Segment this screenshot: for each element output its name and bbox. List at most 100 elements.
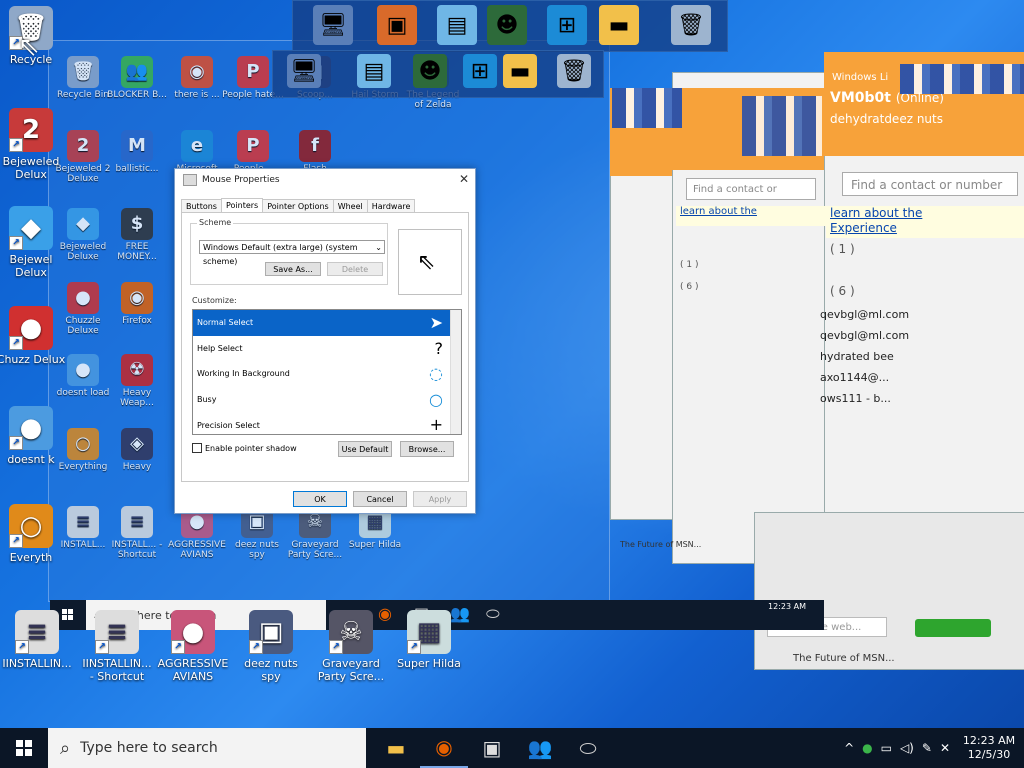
messenger-nick[interactable]: dehydratdeez nuts: [830, 112, 943, 126]
ghost-desktop-icon[interactable]: $ FREE MONEY...: [106, 208, 168, 262]
folder-icon[interactable]: ▬: [503, 54, 537, 88]
ghost-desktop-icon[interactable]: ◉ there is ...: [166, 56, 228, 100]
windows-drive-icon[interactable]: ⊞: [463, 54, 497, 88]
ad-link[interactable]: learn about the: [830, 206, 1024, 221]
chevron-up-icon[interactable]: ^: [844, 741, 854, 755]
character-icon[interactable]: ☻: [487, 5, 527, 45]
desktop-icon[interactable]: ● ↗ AGGRESSIVE AVIANS: [156, 610, 230, 683]
mouse-tray-icon[interactable]: ✎: [922, 741, 932, 755]
ghost-desktop-icon[interactable]: ◉ Firefox: [106, 282, 168, 326]
ghost-app-icon: M: [121, 130, 153, 162]
messenger-footer: The Future of MSN...: [793, 653, 895, 664]
ghost-desktop-icon[interactable]: ▣ deez nuts spy: [226, 506, 288, 560]
ghost-desktop-icon[interactable]: 👥 BLOCKER B...: [106, 56, 168, 100]
folder-icon[interactable]: ▬: [599, 5, 639, 45]
ghost-icon-label: Graveyard Party Scre...: [287, 540, 343, 560]
ghost-desktop-icon[interactable]: ☠ Graveyard Party Scre...: [284, 506, 346, 560]
tab-pointers[interactable]: Pointers: [220, 198, 264, 213]
pointer-name: Busy: [197, 395, 217, 405]
cancel-button[interactable]: Cancel: [353, 491, 407, 507]
contact-group-2-ghost[interactable]: ( 6 ): [680, 282, 698, 292]
contact-item[interactable]: qevbgl@ml.com: [820, 325, 909, 346]
ghost-desktop-icon[interactable]: ● AGGRESSIVE AVIANS: [166, 506, 228, 560]
messenger-icon[interactable]: 👥: [516, 728, 564, 768]
shadow-checkbox[interactable]: [192, 443, 202, 453]
mouse-taskbar-icon[interactable]: ⬭: [486, 604, 500, 624]
taskbar-clock[interactable]: 12:23 AM 12/5/30: [954, 734, 1024, 762]
desktop-icon[interactable]: ◆ ↗ Bejewel Delux: [0, 206, 68, 279]
ghost-icon-label: Firefox: [122, 316, 152, 326]
desktop-icon[interactable]: ● ↗ Chuzz Delux: [0, 306, 68, 366]
network-icon[interactable]: ▭: [881, 741, 892, 755]
taskbar-search-box[interactable]: ⌕ Type here to search: [48, 728, 366, 768]
desktop-icon[interactable]: ▦ ↗ Super Hilda: [392, 610, 466, 670]
windows-drive-icon[interactable]: ⊞: [547, 5, 587, 45]
recycle-bin-icon[interactable]: 🗑: [557, 54, 591, 88]
scheme-select[interactable]: Windows Default (extra large) (system sc…: [199, 240, 385, 266]
ghost-desktop-icon[interactable]: Mballistic...: [106, 130, 168, 174]
control-panel-icon[interactable]: ▤: [357, 54, 391, 88]
shortcut-arrow-icon: ↗: [9, 138, 23, 152]
delete-button[interactable]: Delete: [327, 262, 383, 276]
apply-button[interactable]: Apply: [413, 491, 467, 507]
pointer-row[interactable]: Help Select?: [193, 336, 461, 362]
contact-group-1-ghost[interactable]: ( 1 ): [680, 260, 698, 270]
pointer-row[interactable]: Working In Background ◌: [193, 361, 461, 387]
control-panel-icon[interactable]: ▤: [437, 5, 477, 45]
messenger-tray-icon[interactable]: ●: [862, 741, 872, 755]
desktop-icon[interactable]: ≡ ↗ IINSTALLIN... - Shortcut: [80, 610, 154, 683]
close-icon[interactable]: ✕: [459, 172, 469, 186]
network-computers-icon[interactable]: 🖥: [287, 54, 321, 88]
pointer-preview: ⇖: [398, 229, 462, 295]
save-as-button[interactable]: Save As...: [265, 262, 321, 276]
ok-button[interactable]: OK: [293, 491, 347, 507]
contact-item[interactable]: qevbgl@ml.com: [820, 304, 909, 325]
ghost-desktop-icon[interactable]: ◈ Heavy: [106, 428, 168, 472]
glitch-stripe: [742, 96, 822, 156]
recycle-bin-icon[interactable]: 🗑: [671, 5, 711, 45]
network-computers-icon[interactable]: 🖥: [313, 5, 353, 45]
ghost-desktop-icon[interactable]: ≡ INSTALL... - Shortcut: [106, 506, 168, 560]
desktop-icon[interactable]: ○ ↗ Everyth: [0, 504, 68, 564]
pointer-list-scrollbar[interactable]: [450, 310, 461, 434]
contact-group-2[interactable]: ( 6 ): [830, 284, 855, 298]
cards-icon[interactable]: ▣: [377, 5, 417, 45]
ad-link-ghost[interactable]: learn about the: [676, 206, 828, 226]
windows-start-icon[interactable]: [0, 728, 48, 768]
ghost-app-icon: 👥: [121, 56, 153, 88]
desktop-icon[interactable]: 2 ↗ Bejeweled Delux: [0, 108, 68, 181]
bottom-app-icon: ≡ ↗: [95, 610, 139, 654]
contact-search-input-ghost[interactable]: Find a contact or number: [686, 178, 816, 217]
input-icon[interactable]: ✕: [940, 741, 950, 755]
search-go-button[interactable]: [915, 619, 991, 637]
ghost-icon-label: FREE MONEY...: [117, 242, 157, 262]
ghost-desktop-icon[interactable]: ☢ Heavy Weap...: [106, 354, 168, 408]
pointer-list[interactable]: Normal Select ➤ Help Select? Working In Bac…: [192, 309, 462, 435]
contact-item[interactable]: ows111 - b...: [820, 388, 909, 409]
desktop-icon[interactable]: ▣ ↗ deez nuts spy: [234, 610, 308, 683]
volume-icon[interactable]: ◁): [900, 741, 914, 755]
contact-item[interactable]: hydrated bee: [820, 346, 909, 367]
desktop-icon[interactable]: ☠ ↗ Graveyard Party Scre...: [314, 610, 388, 683]
desktop-icon[interactable]: ● ↗ doesnt k: [0, 406, 68, 466]
contact-item[interactable]: axo1144@...: [820, 367, 909, 388]
pointer-row[interactable]: Busy ○: [193, 387, 461, 413]
ghost-app-icon: ≡: [67, 506, 99, 538]
ghost-clock[interactable]: 12:23 AM: [768, 602, 806, 611]
contact-group-1[interactable]: ( 1 ): [830, 242, 855, 256]
file-explorer-icon[interactable]: ▬: [372, 728, 420, 768]
use-default-button[interactable]: Use Default: [338, 441, 392, 457]
ghost-app-icon: 2: [67, 130, 99, 162]
browse-button[interactable]: Browse...: [400, 441, 454, 457]
desktop-icon-label: deez nuts spy: [244, 657, 298, 683]
character-icon[interactable]: ☻: [413, 54, 447, 88]
mouse-taskbar-icon[interactable]: ⬭: [564, 728, 612, 768]
chuzz-icon: ● ↗: [9, 306, 53, 350]
window-icon[interactable]: ▣: [468, 728, 516, 768]
contact-search-input[interactable]: Find a contact or number: [842, 172, 1018, 196]
desktop-icon[interactable]: ≡ ↗ IINSTALLIN...: [0, 610, 74, 670]
ad-link-2[interactable]: Experience: [830, 221, 1024, 236]
pointer-row[interactable]: Precision Select +: [193, 412, 461, 434]
pointer-row[interactable]: Normal Select ➤: [193, 310, 461, 336]
firefox-icon[interactable]: ◉: [420, 728, 468, 768]
